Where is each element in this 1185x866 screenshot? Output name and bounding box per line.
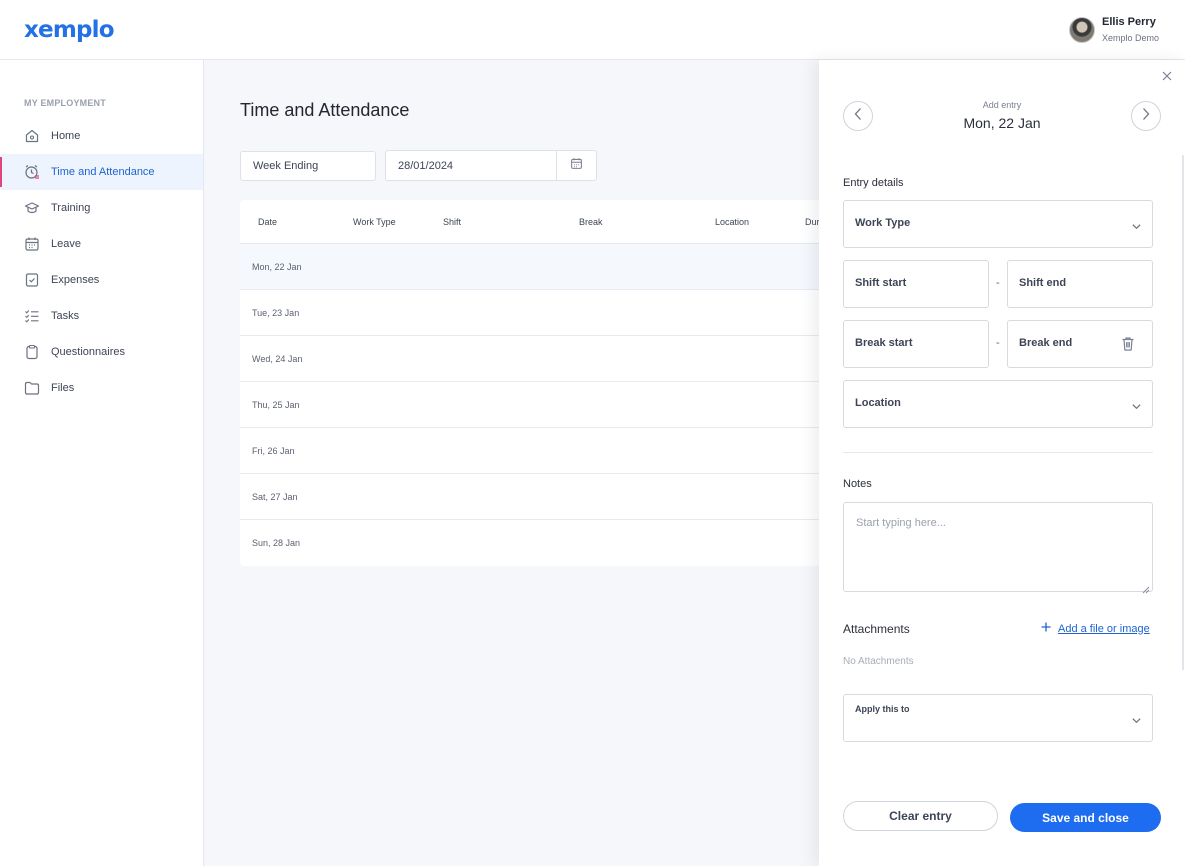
notes-label: Notes (843, 478, 872, 490)
sidebar-item-label: Time and Attendance (51, 166, 155, 178)
table-row[interactable]: Mon, 22 Jan (240, 244, 840, 290)
sidebar-item-tasks[interactable]: Tasks (0, 298, 203, 334)
sidebar-heading: MY EMPLOYMENT (24, 98, 106, 108)
week-date-input[interactable]: 28/01/2024 (385, 150, 557, 181)
sidebar-item-label: Leave (51, 238, 81, 250)
shift-end-field[interactable]: Shift end (1007, 260, 1153, 308)
resize-handle-icon[interactable] (1142, 581, 1150, 599)
shift-start-label: Shift start (855, 277, 907, 289)
column-header-work-type[interactable]: Work Type (353, 217, 396, 227)
calendar-icon (24, 236, 40, 252)
close-drawer-button[interactable] (1160, 70, 1174, 84)
break-end-field[interactable]: Break end (1007, 320, 1153, 368)
chevron-right-icon (1141, 107, 1151, 126)
avatar[interactable] (1069, 17, 1095, 43)
trash-icon[interactable] (1121, 336, 1135, 357)
column-header-duration[interactable]: Dur (805, 217, 820, 227)
checklist-icon (24, 308, 40, 324)
break-end-label: Break end (1019, 337, 1073, 349)
column-header-shift[interactable]: Shift (443, 217, 461, 227)
divider (843, 452, 1153, 453)
drawer-scrollbar[interactable] (1182, 155, 1184, 670)
attachments-label: Attachments (843, 622, 910, 636)
plus-icon (1041, 622, 1051, 635)
clock-icon (24, 164, 40, 180)
add-file-link[interactable]: Add a file or image (1041, 622, 1150, 635)
no-attachments-text: No Attachments (843, 656, 914, 667)
sidebar-item-label: Expenses (51, 274, 100, 286)
sidebar-item-files[interactable]: Files (0, 370, 203, 406)
calendar-icon (570, 157, 583, 175)
next-day-button[interactable] (1131, 101, 1161, 131)
sidebar-item-label: Tasks (51, 310, 80, 322)
apply-to-label: Apply this to (855, 704, 910, 714)
break-separator: - (996, 337, 1000, 349)
row-date: Fri, 26 Jan (252, 446, 295, 456)
break-start-label: Break start (855, 337, 913, 349)
table-row[interactable]: Thu, 25 Jan (240, 382, 840, 428)
add-file-label: Add a file or image (1058, 622, 1150, 635)
sidebar-item-leave[interactable]: Leave (0, 226, 203, 262)
save-and-close-button[interactable]: Save and close (1010, 803, 1161, 832)
sidebar-item-label: Training (51, 202, 91, 214)
app-header: xemplo Ellis Perry Xemplo Demo (0, 0, 1185, 60)
sidebar-item-time-and-attendance[interactable]: Time and Attendance (0, 154, 203, 190)
sidebar-item-questionnaires[interactable]: Questionnaires (0, 334, 203, 370)
break-start-field[interactable]: Break start (843, 320, 989, 368)
shift-end-label: Shift end (1019, 277, 1067, 289)
week-ending-select[interactable]: Week Ending (240, 151, 376, 181)
chevron-down-icon (1131, 219, 1142, 237)
clear-entry-button[interactable]: Clear entry (843, 801, 998, 831)
shift-separator: - (996, 277, 1000, 289)
entry-details-label: Entry details (843, 177, 904, 189)
table-row[interactable]: Wed, 24 Jan (240, 336, 840, 382)
chevron-down-icon (1131, 399, 1142, 417)
row-date: Tue, 23 Jan (252, 308, 300, 318)
add-entry-drawer: Add entry Mon, 22 Jan Entry details Work… (819, 60, 1185, 866)
location-select[interactable]: Location (843, 380, 1153, 428)
app-logo[interactable]: xemplo (24, 17, 115, 43)
chevron-down-icon (1131, 713, 1142, 731)
clipboard-icon (24, 344, 40, 360)
graduation-cap-icon (24, 200, 40, 216)
close-icon (1162, 68, 1172, 86)
user-name[interactable]: Ellis Perry (1102, 16, 1156, 28)
table-header: Date Work Type Shift Break Location Dur (240, 200, 840, 244)
notes-textarea[interactable]: Start typing here... (843, 502, 1153, 592)
row-date: Sat, 27 Jan (252, 492, 298, 502)
drawer-subtitle: Add entry (982, 100, 1022, 110)
location-label: Location (855, 397, 901, 409)
apply-to-select[interactable]: Apply this to (843, 694, 1153, 742)
table-row[interactable]: Sun, 28 Jan (240, 520, 840, 566)
sidebar-item-home[interactable]: Home (0, 118, 203, 154)
sidebar-item-training[interactable]: Training (0, 190, 203, 226)
row-date: Mon, 22 Jan (252, 262, 302, 272)
sidebar-item-label: Files (51, 382, 75, 394)
home-icon (24, 128, 40, 144)
table-row[interactable]: Sat, 27 Jan (240, 474, 840, 520)
shift-start-field[interactable]: Shift start (843, 260, 989, 308)
receipt-check-icon (24, 272, 40, 288)
work-type-label: Work Type (855, 217, 911, 229)
sidebar-item-expenses[interactable]: Expenses (0, 262, 203, 298)
user-company: Xemplo Demo (1102, 33, 1160, 43)
table-row[interactable]: Tue, 23 Jan (240, 290, 840, 336)
row-date: Thu, 25 Jan (252, 400, 300, 410)
folder-icon (24, 380, 40, 396)
table-row[interactable]: Fri, 26 Jan (240, 428, 840, 474)
timesheet-table: Date Work Type Shift Break Location Dur … (240, 200, 840, 566)
row-date: Wed, 24 Jan (252, 354, 303, 364)
row-date: Sun, 28 Jan (252, 538, 301, 548)
sidebar: MY EMPLOYMENT Home Time and Attendance T… (0, 60, 204, 866)
work-type-select[interactable]: Work Type (843, 200, 1153, 248)
column-header-break[interactable]: Break (579, 217, 603, 227)
date-picker-button[interactable] (556, 150, 597, 181)
sidebar-item-label: Questionnaires (51, 346, 125, 358)
sidebar-item-label: Home (51, 130, 81, 142)
page-title: Time and Attendance (240, 100, 410, 120)
column-header-location[interactable]: Location (715, 217, 749, 227)
column-header-date[interactable]: Date (258, 217, 277, 227)
